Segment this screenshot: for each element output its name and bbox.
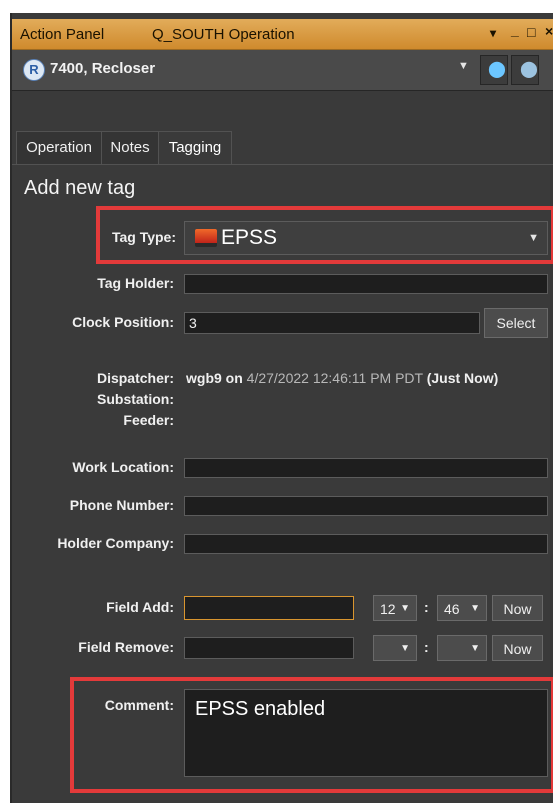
field-add-hour-select[interactable]: 12 ▼ <box>373 595 417 621</box>
restore-icon[interactable]: □ <box>527 24 535 40</box>
field-add-input[interactable] <box>184 596 354 620</box>
phone-number-input[interactable] <box>184 496 548 516</box>
field-remove-hour-select[interactable]: ▼ <box>373 635 417 661</box>
dispatcher-label: Dispatcher: <box>96 370 174 386</box>
phone-number-label: Phone Number: <box>69 497 174 513</box>
feeder-label: Feeder: <box>123 412 174 428</box>
window-menu-dropdown-icon[interactable]: ▾ <box>490 26 496 40</box>
dispatcher-info: wgb9 on 4/27/2022 12:46:11 PM PDT (Just … <box>186 370 498 386</box>
title-bar: Action Panel Q_SOUTH Operation ▾ _ □ × <box>12 19 553 50</box>
close-icon[interactable]: × <box>545 23 553 39</box>
panel-title: Action Panel <box>20 26 105 43</box>
field-remove-now-button[interactable]: Now <box>492 635 543 661</box>
holder-company-label: Holder Company: <box>57 535 174 551</box>
tag-holder-label: Tag Holder: <box>97 275 174 291</box>
device-selector-bar[interactable]: R 7400, Recloser ▼ ⬤ ⬤ <box>12 50 553 91</box>
field-add-minute-value: 46 <box>444 601 460 617</box>
chevron-down-icon: ▼ <box>400 603 410 614</box>
dispatcher-on: on <box>225 370 243 386</box>
tag-type-value: EPSS <box>221 226 278 249</box>
chevron-down-icon: ▼ <box>470 643 480 654</box>
dispatcher-relative: (Just Now) <box>426 370 499 386</box>
tag-type-label: Tag Type: <box>111 229 176 245</box>
holder-company-input[interactable] <box>184 534 548 554</box>
substation-label: Substation: <box>97 391 174 407</box>
action-panel-window: Action Panel Q_SOUTH Operation ▾ _ □ × R… <box>10 13 553 803</box>
epss-tag-icon <box>195 229 217 247</box>
tagging-content: Add new tag Tag Type: EPSS ▼ Tag Holder:… <box>12 164 553 804</box>
tab-operation[interactable]: Operation <box>16 131 102 164</box>
time-separator: : <box>424 599 429 615</box>
unpin-icon: ⬤ <box>520 61 538 78</box>
pin-secondary-button[interactable]: ⬤ <box>511 55 539 85</box>
select-button[interactable]: Select <box>484 308 548 338</box>
pin-icon: ⬤ <box>488 61 506 78</box>
field-add-hour-value: 12 <box>380 601 396 617</box>
tab-tagging[interactable]: Tagging <box>158 131 232 164</box>
device-dropdown-icon[interactable]: ▼ <box>458 60 469 72</box>
page-title: Add new tag <box>24 177 136 199</box>
field-add-now-button[interactable]: Now <box>492 595 543 621</box>
work-location-input[interactable] <box>184 458 548 478</box>
time-separator: : <box>424 639 429 655</box>
work-location-label: Work Location: <box>72 459 174 475</box>
chevron-down-icon: ▼ <box>470 603 480 614</box>
tab-bar: Operation Notes Tagging <box>12 131 553 164</box>
tag-type-select[interactable]: EPSS ▼ <box>184 221 548 255</box>
tag-type-dropdown-icon: ▼ <box>528 232 539 244</box>
clock-position-label: Clock Position: <box>72 314 174 330</box>
pin-button[interactable]: ⬤ <box>480 55 508 85</box>
field-remove-minute-select[interactable]: ▼ <box>437 635 487 661</box>
comment-value: EPSS enabled <box>195 698 326 720</box>
field-add-minute-select[interactable]: 46 ▼ <box>437 595 487 621</box>
comment-textarea[interactable]: EPSS enabled <box>184 689 548 777</box>
comment-label: Comment: <box>104 697 174 713</box>
device-name: 7400, Recloser <box>50 60 156 77</box>
recloser-badge-icon: R <box>23 59 45 81</box>
dispatcher-datetime: 4/27/2022 12:46:11 PM PDT <box>246 370 423 386</box>
field-remove-label: Field Remove: <box>78 639 174 655</box>
context-title: Q_SOUTH Operation <box>152 26 295 43</box>
tag-holder-input[interactable] <box>184 274 548 294</box>
clock-position-input[interactable]: 3 <box>184 312 480 334</box>
minimize-icon[interactable]: _ <box>511 22 519 38</box>
field-remove-input[interactable] <box>184 637 354 659</box>
dispatcher-user: wgb9 <box>186 370 222 386</box>
tab-notes[interactable]: Notes <box>101 131 159 164</box>
field-add-label: Field Add: <box>106 599 174 615</box>
chevron-down-icon: ▼ <box>400 643 410 654</box>
